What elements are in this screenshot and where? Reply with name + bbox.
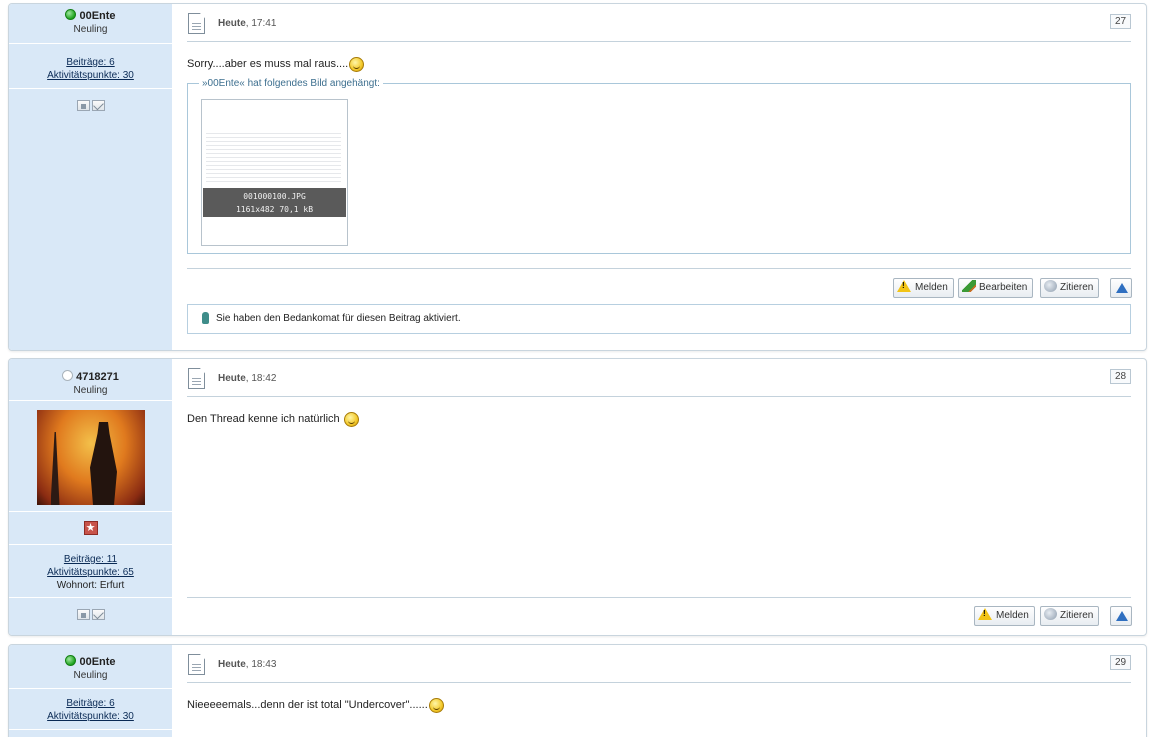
document-icon [188,654,205,675]
attachment-box: »00Ente« hat folgendes Bild angehängt: 0… [187,78,1131,254]
smile-icon [349,56,365,72]
scroll-top-button[interactable] [1110,278,1132,298]
speech-bubble-icon [1044,280,1057,292]
user-sidebar: 4718271 Neuling ★ Beiträge: 11 Aktivität… [9,359,172,635]
avatar [36,410,145,505]
report-button[interactable]: Melden [974,606,1035,626]
user-rank: Neuling [73,670,108,681]
online-status-icon [65,9,77,20]
edit-button[interactable]: Bearbeiten [958,278,1034,298]
user-rank: Neuling [73,24,108,35]
post: 4718271 Neuling ★ Beiträge: 11 Aktivität… [8,358,1147,636]
username-link[interactable]: 4718271 [76,371,119,383]
mail-icon[interactable] [91,608,105,620]
post-message: Sorry....aber es muss mal raus.... [187,55,1131,73]
post: 00Ente Neuling Beiträge: 6 Aktivitätspun… [8,644,1147,737]
warning-icon [897,280,911,292]
user-rank-badge-block: ★ [9,513,172,545]
user-location: Wohnort: Erfurt [56,580,125,591]
activity-points-link[interactable]: Aktivitätspunkte: 65 [9,566,172,579]
avatar-block [9,401,172,512]
user-sidebar: 00Ente Neuling Beiträge: 6 Aktivitätspun… [9,4,172,350]
user-sidebar: 00Ente Neuling Beiträge: 6 Aktivitätspun… [9,645,172,737]
post-number-link[interactable]: 29 [1110,655,1131,670]
quote-button[interactable]: Zitieren [1040,278,1100,298]
quote-button[interactable]: Zitieren [1040,606,1100,626]
user-stats: Beiträge: 6 Aktivitätspunkte: 30 [9,49,172,89]
pencil-icon [962,280,976,292]
smile-icon [428,697,444,713]
post-date: Heute, 18:42 [218,373,277,384]
post-content: Heute, 18:42 28 Den Thread kenne ich nat… [187,359,1132,626]
post-date: Heute, 17:41 [218,18,277,29]
homepage-icon[interactable] [76,99,90,111]
warning-icon [978,608,992,620]
post-number-link[interactable]: 27 [1110,14,1131,29]
report-button[interactable]: Melden [893,278,954,298]
homepage-icon[interactable] [76,608,90,620]
post-count-link[interactable]: Beiträge: 6 [9,56,172,69]
post-message: Den Thread kenne ich natürlich [187,410,1131,428]
thumbnail-preview [206,130,341,182]
post-actions-divider [187,268,1131,269]
document-icon [188,13,205,34]
offline-status-icon [62,370,74,381]
attachment-legend: »00Ente« hat folgendes Bild angehängt: [202,78,380,89]
post-actions-divider [187,597,1131,598]
post-message: Nieeeeemals...denn der ist total "Underc… [187,696,1131,714]
post-count-link[interactable]: Beiträge: 6 [9,697,172,710]
post-header: Heute, 17:41 27 [187,4,1131,42]
online-status-icon [65,655,77,666]
attachment-filename: 001000100.JPG [243,192,306,201]
attachment-thumbnail[interactable]: 001000100.JPG 1161x482 70,1 kB [201,99,348,246]
username-link[interactable]: 00Ente [79,656,115,668]
attachment-meta: 1161x482 70,1 kB [235,205,314,214]
user-info: 00Ente Neuling [9,645,172,689]
user-contact [9,599,172,635]
document-icon [188,368,205,389]
post-content: Heute, 18:43 29 Nieeeeemals...denn der i… [187,645,1131,714]
post-number-link[interactable]: 28 [1110,369,1131,384]
mail-icon[interactable] [91,99,105,111]
thanks-notice: Sie haben den Bedankomat für diesen Beit… [187,304,1131,334]
grin-icon [343,411,359,427]
post-header: Heute, 18:42 28 [187,359,1131,397]
scroll-top-button[interactable] [1110,606,1132,626]
activity-points-link[interactable]: Aktivitätspunkte: 30 [9,69,172,82]
star-badge-icon: ★ [83,521,98,535]
user-contact [9,90,172,120]
user-rank: Neuling [73,385,108,396]
post-header: Heute, 18:43 29 [187,645,1131,683]
user-info: 4718271 Neuling [9,359,172,401]
post-count-link[interactable]: Beiträge: 11 [9,553,172,566]
post: 00Ente Neuling Beiträge: 6 Aktivitätspun… [8,3,1147,351]
post-content: Heute, 17:41 27 Sorry....aber es muss ma… [187,4,1132,334]
user-stats: Beiträge: 6 Aktivitätspunkte: 30 [9,690,172,730]
activity-points-link[interactable]: Aktivitätspunkte: 30 [9,710,172,723]
user-stats: Beiträge: 11 Aktivitätspunkte: 65 Wohnor… [9,546,172,598]
user-info: 00Ente Neuling [9,4,172,44]
thumbs-up-icon [202,312,209,324]
username-link[interactable]: 00Ente [79,10,115,22]
post-date: Heute, 18:43 [218,659,277,670]
attachment-caption: 001000100.JPG 1161x482 70,1 kB [203,188,346,217]
speech-bubble-icon [1044,608,1057,620]
